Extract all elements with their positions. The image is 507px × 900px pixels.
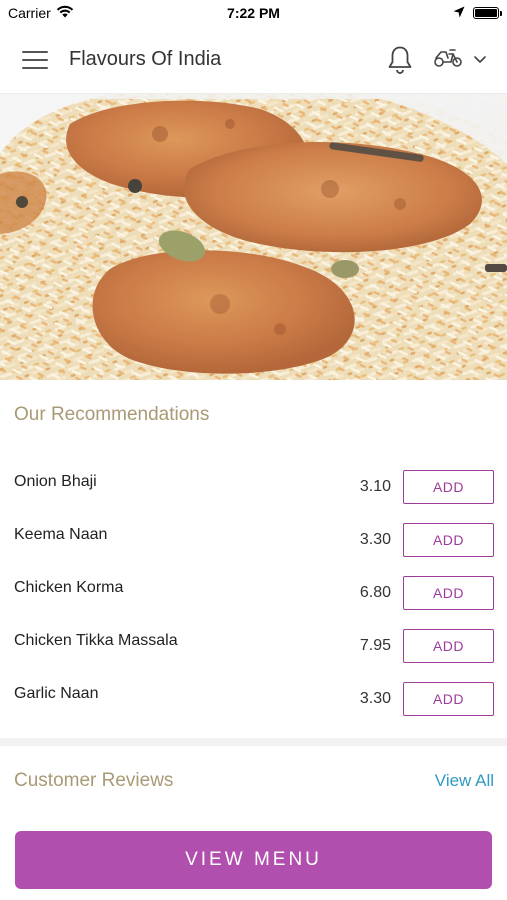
list-item: Garlic Naan 3.30 ADD: [0, 672, 507, 725]
add-button[interactable]: ADD: [403, 628, 494, 663]
hamburger-menu-icon[interactable]: [20, 48, 50, 72]
location-arrow-icon: [453, 5, 465, 21]
carrier-label: Carrier: [8, 5, 51, 21]
view-all-link[interactable]: View All: [435, 771, 494, 791]
add-button[interactable]: ADD: [403, 681, 494, 716]
hero-food-image: [0, 94, 507, 380]
recommendations-title: Our Recommendations: [14, 404, 210, 425]
add-button[interactable]: ADD: [403, 522, 494, 557]
item-price: 6.80: [359, 583, 391, 601]
item-name: Chicken Korma: [14, 578, 124, 596]
chevron-down-icon: [473, 51, 487, 69]
page-title: Flavours Of India: [69, 48, 222, 70]
status-bar: Carrier 7:22 PM: [0, 0, 507, 26]
scooter-icon: [433, 46, 463, 73]
add-button[interactable]: ADD: [403, 575, 494, 610]
status-left: Carrier: [8, 5, 74, 21]
item-name: Keema Naan: [14, 525, 108, 543]
item-name: Onion Bhaji: [14, 472, 97, 490]
status-time: 7:22 PM: [227, 5, 280, 21]
item-price: 7.95: [359, 636, 391, 654]
view-menu-button[interactable]: VIEW MENU: [15, 831, 492, 889]
status-right: [453, 5, 502, 21]
bell-icon[interactable]: [385, 43, 415, 77]
item-price: 3.30: [359, 530, 391, 548]
nav-bar: Flavours Of India: [0, 26, 507, 94]
add-button[interactable]: ADD: [403, 469, 494, 504]
recommendations-list: Onion Bhaji 3.10 ADD Keema Naan 3.30 ADD…: [0, 460, 507, 725]
list-item: Chicken Tikka Massala 7.95 ADD: [0, 619, 507, 672]
item-name: Garlic Naan: [14, 684, 99, 702]
section-divider: [0, 738, 507, 746]
item-price: 3.30: [359, 689, 391, 707]
item-name: Chicken Tikka Massala: [14, 631, 178, 649]
delivery-mode-selector[interactable]: [433, 46, 487, 73]
list-item: Chicken Korma 6.80 ADD: [0, 566, 507, 619]
reviews-title: Customer Reviews: [14, 770, 174, 791]
wifi-icon: [56, 5, 74, 21]
item-price: 3.10: [359, 477, 391, 495]
list-item: Keema Naan 3.30 ADD: [0, 513, 507, 566]
battery-icon: [473, 7, 502, 19]
list-item: Onion Bhaji 3.10 ADD: [0, 460, 507, 513]
